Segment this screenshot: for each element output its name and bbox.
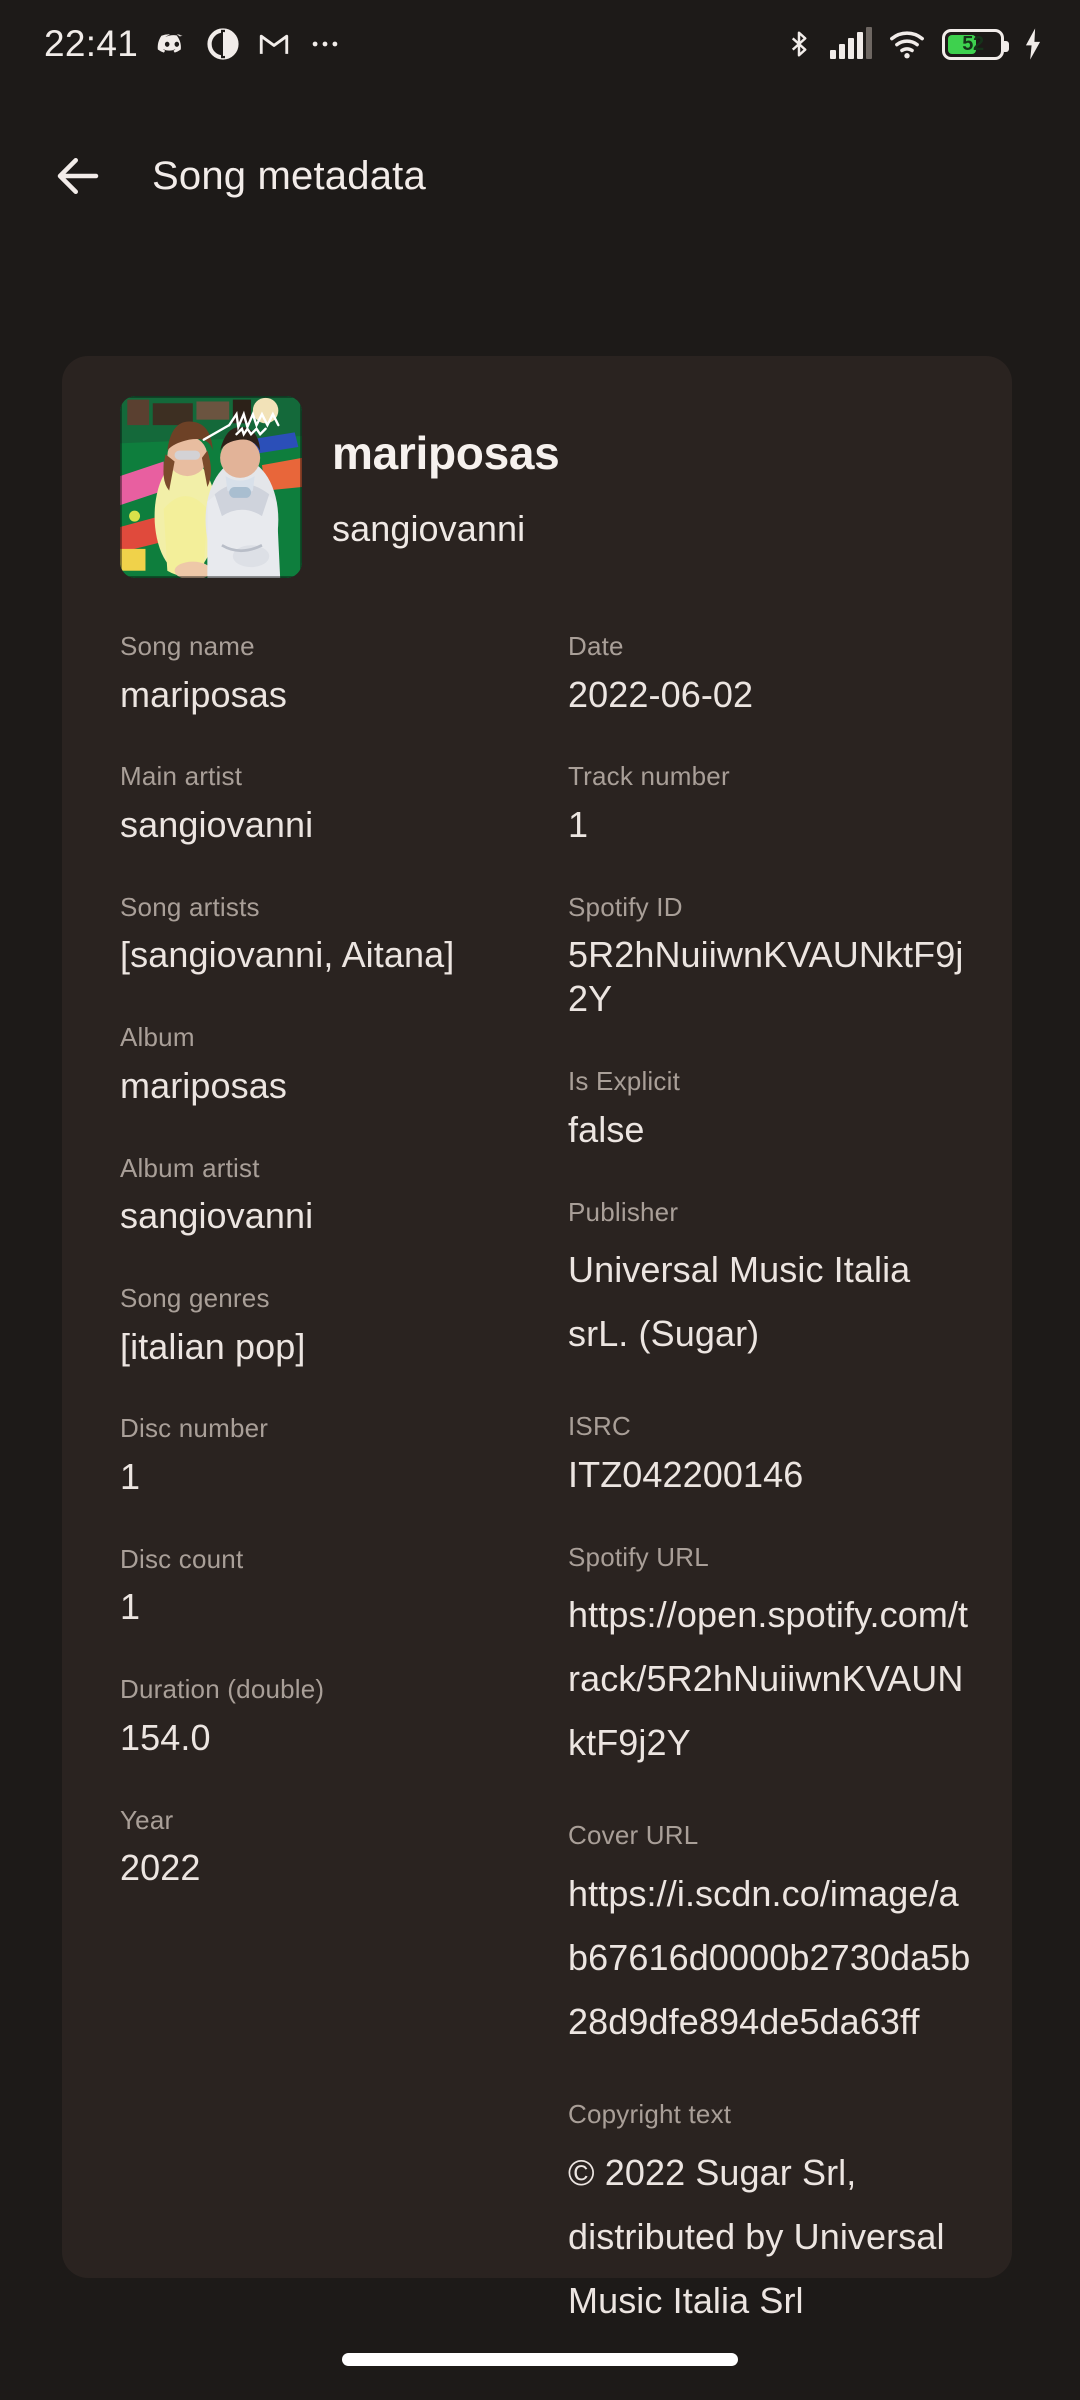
cellular-signal-icon	[830, 27, 872, 59]
field-label: Spotify URL	[568, 1541, 709, 1572]
field-song-genres: Song genres [italian pop]	[120, 1282, 548, 1368]
field-value[interactable]: 1	[120, 1455, 548, 1499]
back-button[interactable]	[48, 146, 108, 206]
status-bar-right: 52	[784, 27, 1046, 61]
overflow-dots-icon	[308, 27, 342, 61]
field-label: Album	[120, 1022, 195, 1053]
field-value[interactable]: 5R2hNuiiwnKVAUNktF9j2Y	[568, 933, 976, 1021]
circle-icon	[206, 27, 240, 61]
field-value[interactable]: [sangiovanni, Aitana]	[120, 933, 548, 977]
song-header: mariposas sangiovanni	[98, 390, 976, 578]
metadata-column-left: Song name mariposas Main artist sangiova…	[120, 630, 548, 2377]
song-header-text: mariposas sangiovanni	[332, 396, 560, 550]
field-value[interactable]: [italian pop]	[120, 1325, 548, 1369]
field-album: Album mariposas	[120, 1021, 548, 1107]
field-album-artist: Album artist sangiovanni	[120, 1152, 548, 1238]
field-label: Duration (double)	[120, 1674, 325, 1705]
gmail-icon	[257, 27, 291, 61]
field-song-name: Song name mariposas	[120, 630, 548, 716]
song-artist: sangiovanni	[332, 508, 526, 549]
field-track-number: Track number 1	[568, 760, 976, 846]
field-value[interactable]: © 2022 Sugar Srl, distributed by Univers…	[568, 2141, 976, 2333]
field-copyright-text: Copyright text © 2022 Sugar Srl, distrib…	[568, 2098, 976, 2333]
field-value[interactable]: https://open.spotify.com/track/5R2hNuiiw…	[568, 1583, 976, 1775]
field-value[interactable]: 2022	[120, 1846, 548, 1890]
bluetooth-icon	[784, 27, 814, 61]
phone-screen: 22:41 52 Song metadata mariposas sangiov…	[0, 0, 1080, 2400]
field-duration: Duration (double) 154.0	[120, 1673, 548, 1759]
field-value[interactable]: 1	[568, 803, 976, 847]
field-year: Year 2022	[120, 1804, 548, 1890]
field-spotify-url: Spotify URL https://open.spotify.com/tra…	[568, 1541, 976, 1776]
field-value[interactable]: ITZ042200146	[568, 1453, 976, 1497]
field-label: Main artist	[120, 761, 243, 792]
field-value[interactable]: mariposas	[120, 673, 548, 717]
field-label: Cover URL	[568, 1820, 699, 1851]
field-label: Song name	[120, 631, 255, 661]
field-label: Publisher	[568, 1196, 679, 1227]
field-disc-number: Disc number 1	[120, 1412, 548, 1498]
song-title: mariposas	[332, 427, 560, 479]
page-title: Song metadata	[152, 153, 426, 198]
field-label: Disc number	[120, 1413, 269, 1444]
field-label: Year	[120, 1804, 174, 1835]
album-cover-art[interactable]	[120, 396, 302, 578]
metadata-columns: Song name mariposas Main artist sangiova…	[98, 578, 976, 2377]
field-value[interactable]: 1	[120, 1585, 548, 1629]
field-isrc: ISRC ITZ042200146	[568, 1410, 976, 1496]
field-label: Album artist	[120, 1152, 260, 1183]
status-time: 22:41	[44, 23, 139, 64]
field-is-explicit: Is Explicit false	[568, 1065, 976, 1151]
song-metadata-card: mariposas sangiovanni Song name mariposa…	[62, 356, 1012, 2321]
field-value[interactable]: 154.0	[120, 1716, 548, 1760]
album-cover-image	[120, 396, 302, 578]
field-date: Date 2022-06-02	[568, 630, 976, 716]
battery-percent-label: 52	[962, 32, 984, 55]
field-label: Is Explicit	[568, 1066, 681, 1097]
field-disc-count: Disc count 1	[120, 1543, 548, 1629]
field-value[interactable]: mariposas	[120, 1064, 548, 1108]
status-bar: 22:41 52	[0, 0, 1080, 88]
field-value[interactable]: https://i.scdn.co/image/ab67616d0000b273…	[568, 1862, 976, 2054]
field-value[interactable]: Universal Music Italia srL. (Sugar)	[568, 1238, 976, 1366]
home-indicator[interactable]	[342, 2353, 738, 2366]
app-bar: Song metadata	[0, 126, 1080, 226]
field-label: Copyright text	[568, 2099, 732, 2130]
field-value[interactable]: 2022-06-02	[568, 673, 976, 717]
metadata-column-right: Date 2022-06-02 Track number 1 Spotify I…	[548, 630, 976, 2377]
field-value[interactable]: sangiovanni	[120, 1194, 548, 1238]
discord-icon	[155, 27, 189, 61]
field-publisher: Publisher Universal Music Italia srL. (S…	[568, 1196, 976, 1367]
field-label: ISRC	[568, 1411, 631, 1442]
field-label: Spotify ID	[568, 891, 683, 922]
field-label: Song artists	[120, 891, 260, 922]
battery-icon: 52	[942, 28, 1009, 60]
field-value[interactable]: false	[568, 1108, 976, 1152]
field-label: Track number	[568, 761, 730, 792]
field-label: Song genres	[120, 1283, 270, 1314]
back-arrow-icon	[57, 158, 99, 194]
field-label: Date	[568, 631, 624, 661]
field-main-artist: Main artist sangiovanni	[120, 760, 548, 846]
field-label: Disc count	[120, 1543, 244, 1574]
field-spotify-id: Spotify ID 5R2hNuiiwnKVAUNktF9j2Y	[568, 891, 976, 1021]
field-song-artists: Song artists [sangiovanni, Aitana]	[120, 891, 548, 977]
status-bar-left: 22:41	[44, 23, 342, 65]
wifi-icon	[888, 27, 926, 61]
field-value[interactable]: sangiovanni	[120, 803, 548, 847]
charging-bolt-icon	[1020, 27, 1046, 61]
field-cover-url: Cover URL https://i.scdn.co/image/ab6761…	[568, 1819, 976, 2054]
